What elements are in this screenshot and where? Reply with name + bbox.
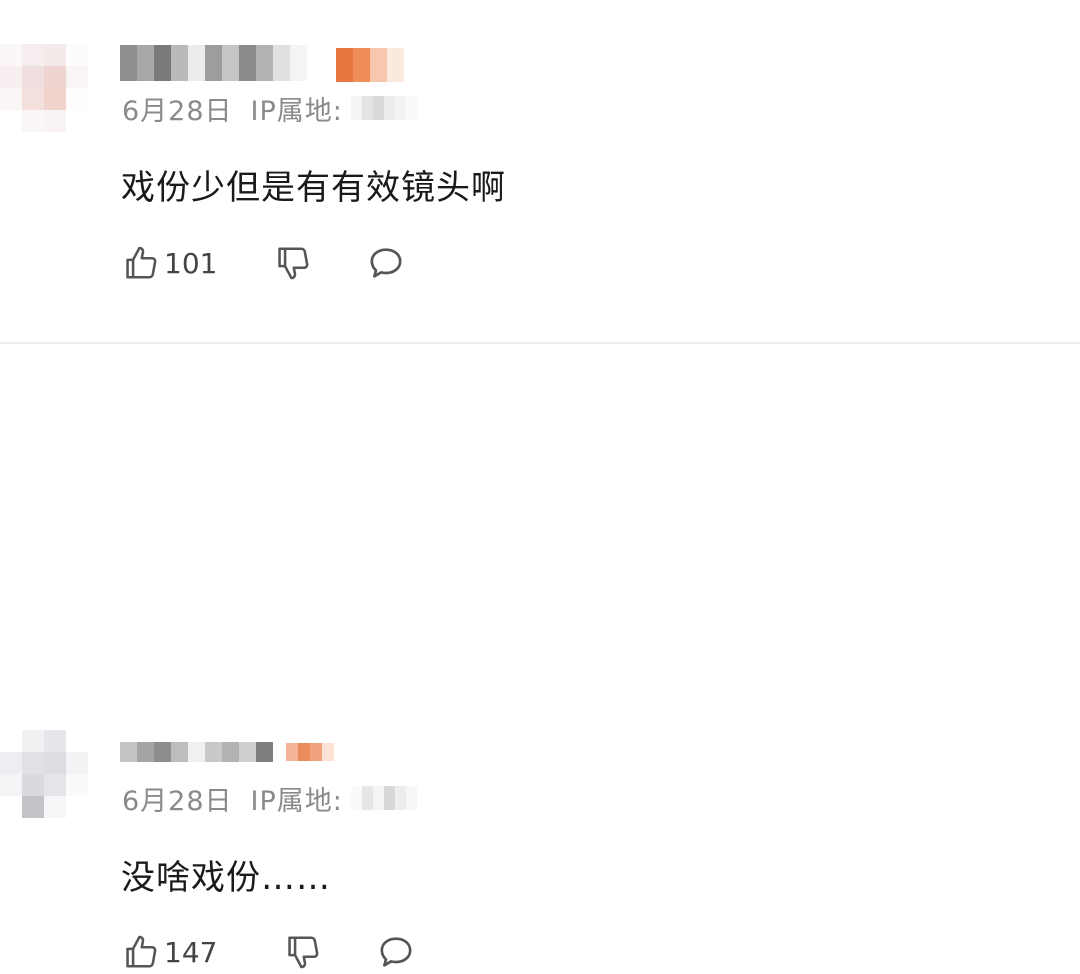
avatar[interactable] <box>0 730 88 818</box>
username-redacted[interactable] <box>120 45 307 81</box>
avatar[interactable] <box>0 44 88 132</box>
comment-date: 6月28日 <box>122 95 233 127</box>
ip-location-label: IP属地: <box>250 785 343 817</box>
user-badge <box>286 743 334 761</box>
comment-item: 6月28日 IP属地: 没啥戏份…… 147 <box>0 344 1080 969</box>
ip-location-label: IP属地: <box>250 95 343 127</box>
thumbs-down-icon <box>278 247 309 280</box>
comment-item: 6月28日 IP属地: 戏份少但是有有效镜头啊 101 <box>0 0 1080 342</box>
ip-location-redacted <box>350 786 417 810</box>
comment-meta: 6月28日 IP属地: <box>122 90 417 127</box>
comment-meta: 6月28日 IP属地: <box>122 780 417 817</box>
dislike-button[interactable] <box>284 933 322 971</box>
username-redacted[interactable] <box>120 742 273 762</box>
like-button[interactable]: 147 <box>122 933 234 971</box>
user-badge <box>336 48 404 82</box>
reply-button[interactable] <box>366 243 406 283</box>
comment-date: 6月28日 <box>122 785 233 817</box>
like-count: 101 <box>164 246 218 280</box>
like-button[interactable]: 101 <box>122 244 224 282</box>
like-count: 147 <box>164 935 218 969</box>
comment-actions: 147 <box>122 930 416 974</box>
comment-text: 没啥戏份…… <box>121 858 331 898</box>
reply-button[interactable] <box>376 932 416 972</box>
comment-bubble-icon <box>370 248 402 278</box>
comment-bubble-icon <box>380 937 412 967</box>
comment-text: 戏份少但是有有效镜头啊 <box>121 168 506 208</box>
thumbs-up-icon <box>126 935 157 968</box>
thumbs-down-icon <box>288 936 319 969</box>
thumbs-up-icon <box>126 246 157 279</box>
ip-location-redacted <box>350 96 417 120</box>
comment-actions: 101 <box>122 241 406 285</box>
dislike-button[interactable] <box>274 244 312 282</box>
